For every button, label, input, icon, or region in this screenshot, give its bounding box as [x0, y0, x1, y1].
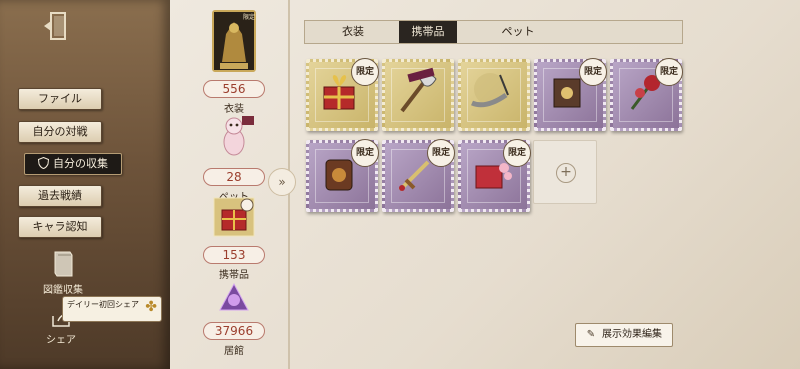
edit-display-effect-button[interactable]: ✎ 展示効果編集	[575, 323, 673, 347]
limited-badge: 限定	[351, 139, 379, 167]
residence-count: 37966	[203, 322, 265, 340]
shield-icon	[38, 157, 49, 169]
expand-button[interactable]: »	[268, 168, 296, 196]
limited-mark: 限定	[243, 13, 255, 21]
nav-file[interactable]: ファイル	[18, 88, 102, 110]
daily-share-badge-label: デイリー初回シェア	[67, 300, 139, 309]
axe-icon	[400, 67, 437, 113]
nav-my-collection-label: 自分の収集	[53, 157, 108, 170]
accessory-thumbnail	[213, 197, 255, 237]
nav-past-records[interactable]: 過去戦績	[18, 185, 102, 207]
category-residence[interactable]: 37966 居館	[200, 280, 268, 357]
residence-thumbnail	[219, 282, 249, 311]
limited-badge: 限定	[351, 58, 379, 86]
share-label: シェア	[46, 335, 76, 346]
costume-count: 556	[203, 80, 265, 98]
costume-card-thumbnail: 限定	[212, 10, 256, 72]
item-slot[interactable]: 限定	[306, 139, 379, 212]
tab-accessory[interactable]: 携帯品	[399, 21, 457, 43]
sidebar: ファイル 自分の対戦 自分の収集 過去戦績 キャラ認知 図鑑収集 シェア デイリ…	[0, 0, 170, 369]
limited-badge: 限定	[579, 58, 607, 86]
item-slot[interactable]: 限定	[382, 139, 455, 212]
clover-icon: ✤	[145, 299, 157, 315]
book-icon	[54, 251, 73, 277]
chain-horn-icon	[471, 73, 509, 108]
category-accessory[interactable]: 153 携帯品	[200, 196, 268, 281]
plus-icon: +	[556, 163, 576, 183]
category-pet[interactable]: 28 ペット	[200, 112, 268, 203]
illustrated-collection[interactable]: 図鑑収集	[38, 250, 88, 296]
limited-badge: 限定	[503, 139, 531, 167]
nav-character-recognition[interactable]: キャラ認知	[18, 216, 102, 238]
accessory-label: 携帯品	[219, 270, 249, 281]
item-slot[interactable]: 限定	[534, 58, 607, 131]
item-slot[interactable]	[382, 59, 454, 131]
pet-count: 28	[203, 168, 265, 186]
tab-costume[interactable]: 衣装	[305, 21, 401, 43]
edit-display-effect-label: 展示効果編集	[602, 329, 662, 340]
accessory-count: 153	[203, 246, 265, 264]
double-chevron-right-icon: »	[278, 175, 286, 189]
item-slot[interactable]: 限定	[306, 58, 379, 131]
pet-thumbnail	[223, 116, 254, 156]
tab-bar: 衣装 携帯品 ペット	[304, 20, 683, 44]
limited-badge: 限定	[655, 58, 683, 86]
category-costume[interactable]: 限定 556 衣装	[200, 10, 268, 115]
item-slot[interactable]: 限定	[610, 58, 683, 131]
nav-my-collection[interactable]: 自分の収集	[24, 153, 122, 175]
limited-badge: 限定	[427, 139, 455, 167]
residence-label: 居館	[224, 346, 244, 357]
add-item-slot[interactable]: +	[533, 140, 597, 204]
illustrated-collection-label: 図鑑収集	[43, 285, 83, 296]
exit-icon[interactable]	[42, 10, 72, 42]
nav-my-battles[interactable]: 自分の対戦	[18, 121, 102, 143]
daily-share-badge[interactable]: デイリー初回シェア ✤	[62, 296, 162, 322]
item-slot[interactable]	[458, 59, 530, 131]
edit-icon: ✎	[586, 329, 596, 340]
tab-pet[interactable]: ペット	[485, 21, 551, 43]
item-slot[interactable]: 限定	[458, 139, 531, 212]
